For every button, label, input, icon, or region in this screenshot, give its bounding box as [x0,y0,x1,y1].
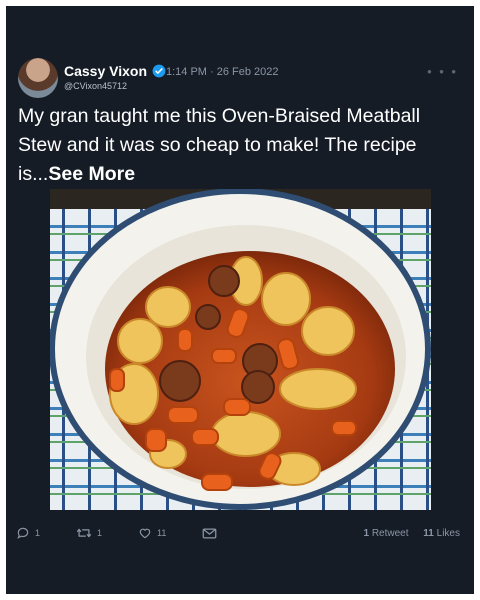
like-count: 11 [157,528,167,538]
reply-count: 1 [35,528,41,538]
retweet-button[interactable]: 1 [76,526,102,540]
retweet-icon [76,528,92,538]
like-button[interactable]: 11 [138,526,166,540]
stew-pot-image [50,189,431,510]
retweet-count: 1 [97,528,103,538]
verified-badge-icon [152,64,166,78]
likes-value[interactable]: 11 [423,528,434,539]
heart-icon [139,528,151,539]
retweets-value[interactable]: 1 [363,528,369,539]
avatar[interactable] [18,58,58,98]
user-handle[interactable]: @CVixon45712 [64,81,127,91]
tweet-photo[interactable] [50,189,431,510]
see-more-link[interactable]: See More [48,163,135,185]
tweet-text: My gran taught me this Oven-Braised Meat… [18,102,466,189]
tweet-actions: 1 1 11 [16,526,258,540]
likes-label[interactable]: Likes [437,528,460,539]
reply-icon [17,527,29,539]
more-options-icon[interactable]: • • • [427,64,458,79]
mail-icon [203,528,217,538]
engagement-stats: 1 Retweet 11 Likes [351,528,460,539]
share-button[interactable] [202,527,222,540]
display-name-text[interactable]: Cassy Vixon [64,63,147,79]
retweets-label[interactable]: Retweet [372,528,409,539]
reply-button[interactable]: 1 [16,526,40,540]
display-name[interactable]: Cassy Vixon [64,63,166,79]
tweet-card: Cassy Vixon @CVixon45712 1:14 PM · 26 Fe… [6,6,474,594]
tweet-timestamp[interactable]: 1:14 PM · 26 Feb 2022 [166,66,279,78]
